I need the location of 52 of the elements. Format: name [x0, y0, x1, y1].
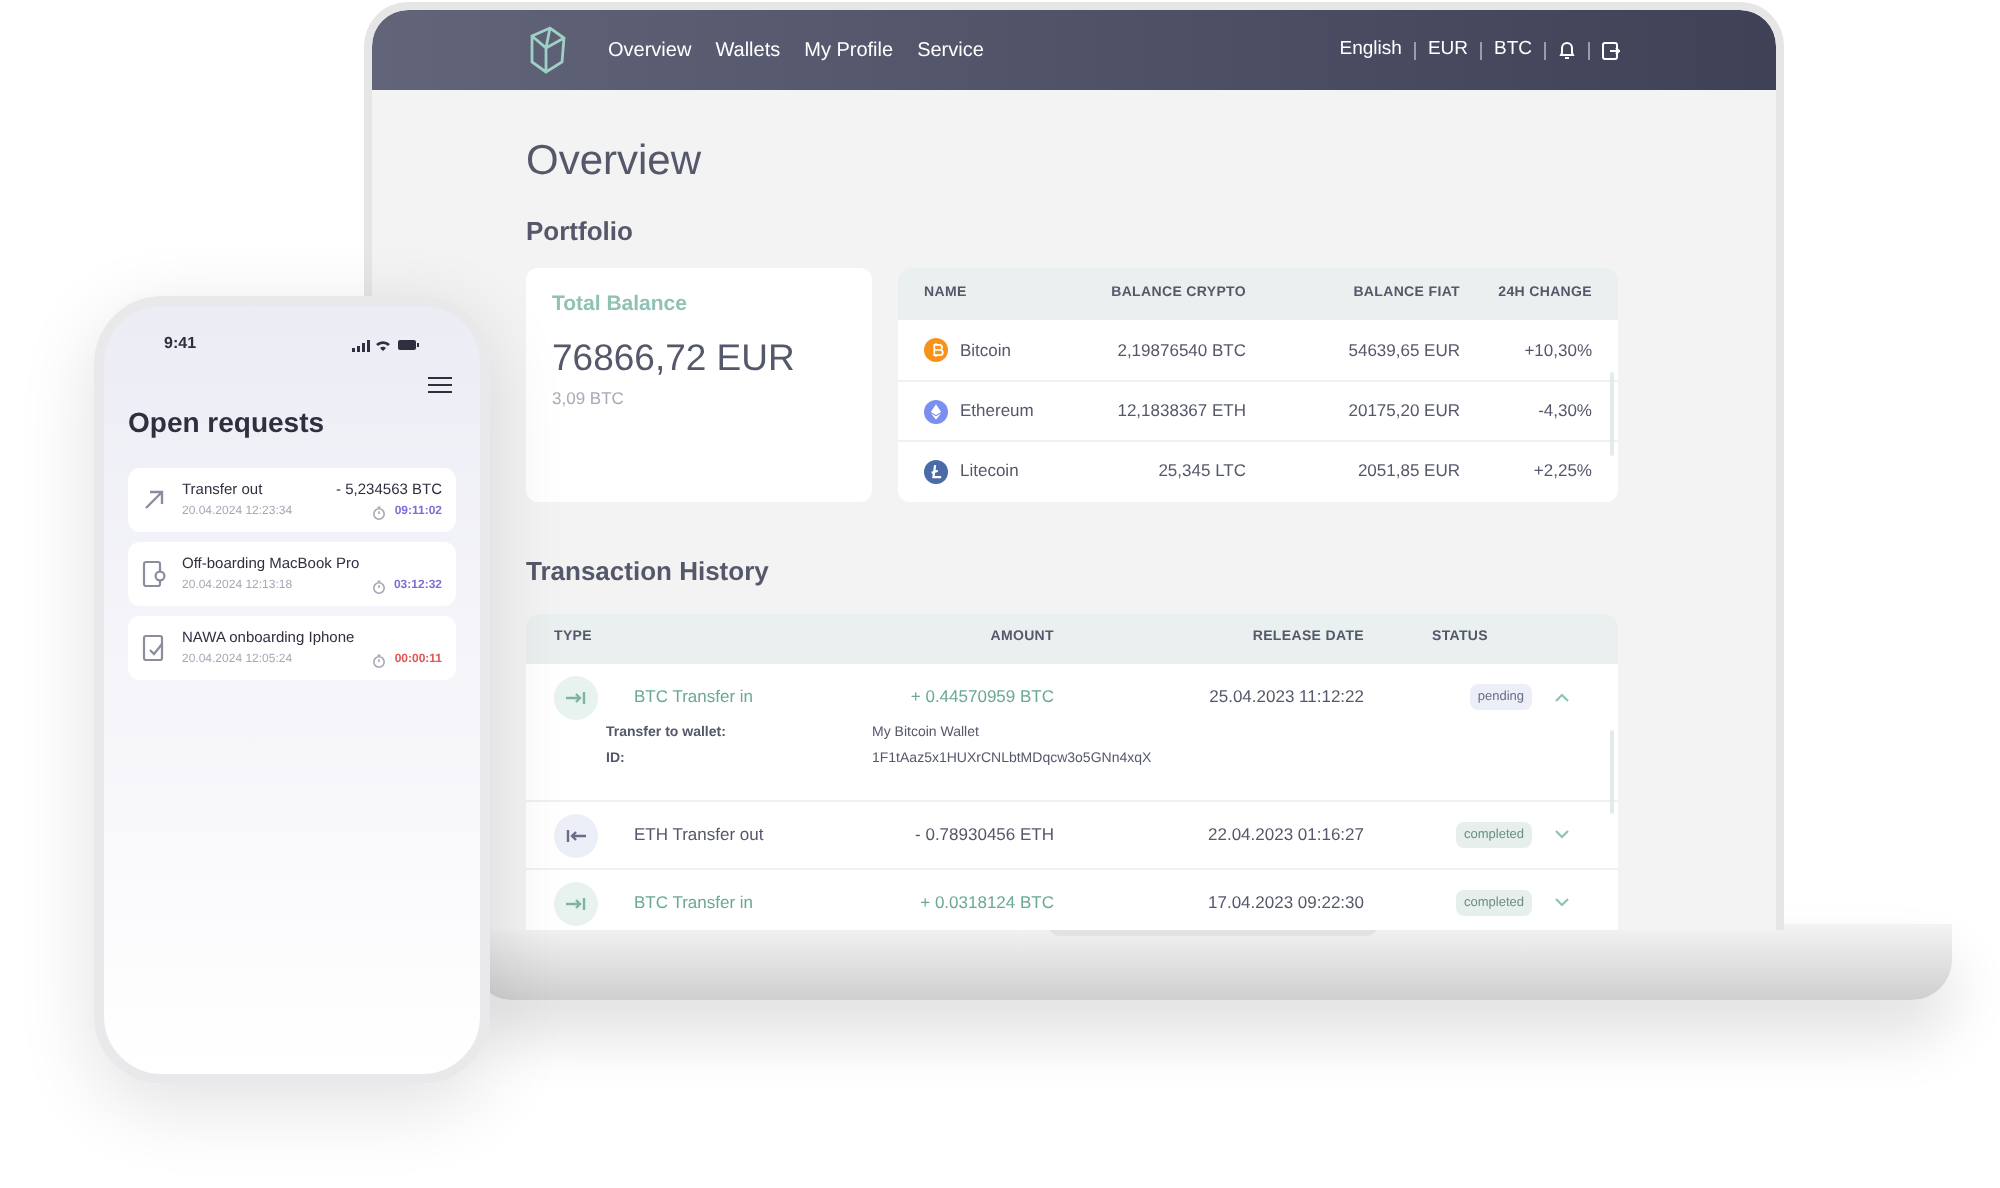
transfer-out-icon [554, 813, 598, 857]
section-heading: Transaction History [526, 554, 771, 590]
chevron-icon [1554, 830, 1570, 840]
status-icons [352, 337, 420, 351]
transaction-amount: + 0.0318124 BTC [918, 890, 1054, 916]
table-cell-text: 2051,85 EUR [1355, 458, 1460, 484]
asset-name: Bitcoin [960, 337, 1012, 363]
table-cell-text: 2,19876540 BTC [1115, 337, 1246, 363]
release-date: 22.04.2023 01:16:27 [1206, 822, 1364, 848]
nav-option[interactable]: BTC [1494, 35, 1532, 65]
nav-link[interactable]: Service [917, 35, 984, 65]
table-cell-text: +2,25% [1531, 458, 1592, 484]
table-cell-text: +10,30% [1522, 337, 1592, 363]
asset-name: Ethereum [960, 398, 1034, 424]
table-cell-text: 20175,20 EUR [1346, 398, 1460, 424]
balance-crypto: 3,09 BTC [552, 385, 626, 411]
page-title: Overview [526, 136, 704, 188]
transfer-in-icon [554, 675, 598, 719]
chevron-icon [1554, 898, 1570, 908]
balance-amount: 76866,72 EUR [552, 333, 797, 382]
nav-option[interactable]: English [1339, 35, 1402, 65]
checklist-icon [142, 634, 166, 662]
tablet-icon [142, 560, 166, 588]
menu-icon[interactable] [428, 376, 452, 394]
transfer-in-icon [554, 881, 598, 925]
screen-title: Open requests [128, 404, 327, 440]
table-cell-text: 54639,65 EUR [1346, 337, 1460, 363]
release-date: 17.04.2023 09:22:30 [1206, 890, 1364, 916]
section-heading: Portfolio [526, 214, 635, 250]
table-cell-text: 25,345 LTC [1156, 458, 1246, 484]
timer-icon [371, 579, 386, 594]
transaction-type: BTC Transfer in [634, 890, 754, 916]
nav-link[interactable]: Wallets [715, 35, 781, 65]
nav-link[interactable]: My Profile [804, 35, 894, 65]
transaction-amount: - 0.78930456 ETH [913, 822, 1054, 848]
table-cell-text: -4,30% [1536, 398, 1592, 424]
transaction-amount: + 0.44570959 BTC [908, 684, 1054, 710]
nav-link[interactable]: Overview [608, 35, 692, 65]
bell-icon[interactable] [1558, 40, 1576, 60]
chevron-icon [1554, 692, 1570, 702]
transaction-type: ETH Transfer out [634, 822, 764, 848]
status-time: 9:41 [164, 332, 197, 356]
arrow-up-right-icon [142, 488, 166, 512]
logout-icon[interactable] [1602, 41, 1620, 59]
table-cell-text: 12,1838367 ETH [1115, 398, 1246, 424]
transaction-type: BTC Transfer in [634, 684, 754, 710]
asset-name: Litecoin [960, 458, 1019, 484]
timer-icon [372, 653, 387, 668]
balance-label: Total Balance [552, 290, 689, 320]
timer-icon [372, 505, 387, 520]
release-date: 25.04.2023 11:12:22 [1207, 684, 1364, 710]
nav-option[interactable]: EUR [1427, 35, 1468, 65]
